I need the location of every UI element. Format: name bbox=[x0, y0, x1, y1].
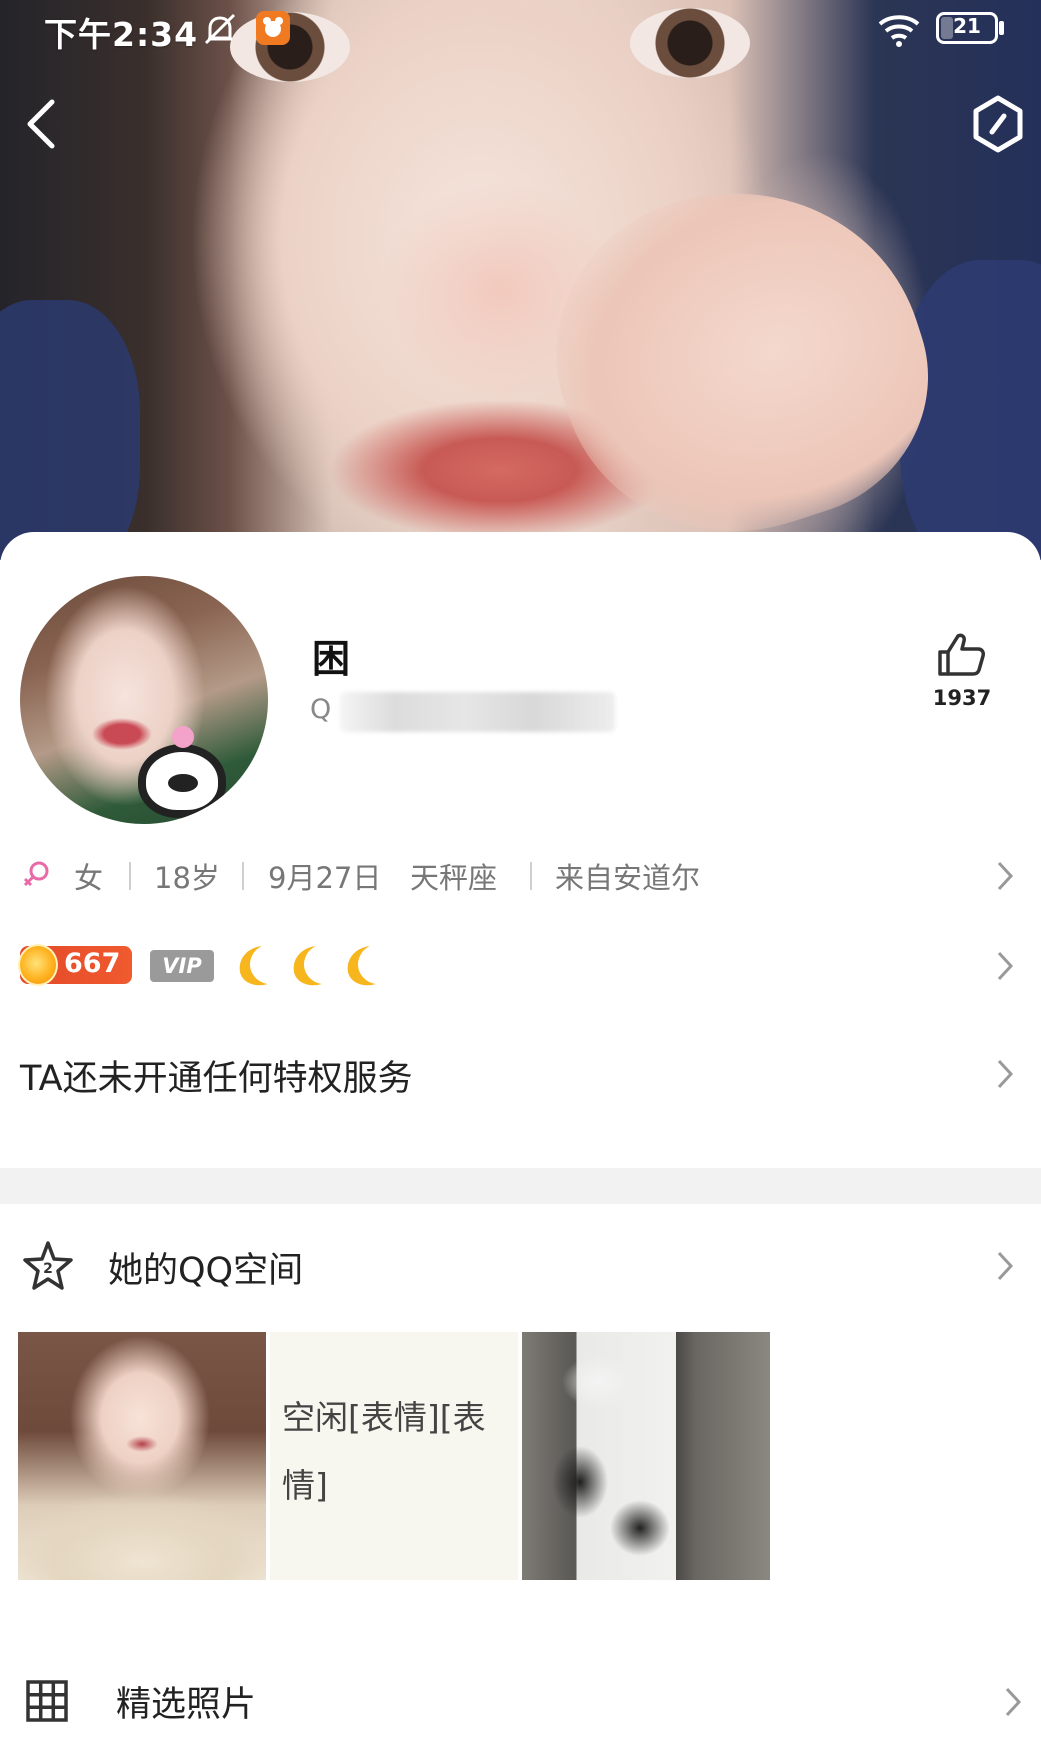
qzone-title: 她的QQ空间 bbox=[108, 1251, 304, 1291]
selected-photos-title: 精选照片 bbox=[116, 1685, 257, 1725]
sun-icon bbox=[18, 944, 58, 986]
svg-text:2: 2 bbox=[43, 1261, 53, 1277]
chevron-right-icon bbox=[997, 861, 1014, 891]
divider bbox=[530, 862, 532, 890]
level-number: 667 bbox=[64, 948, 121, 979]
avatar-detail bbox=[138, 744, 226, 818]
qzone-thumbnails: 空闲[表情][表情] bbox=[18, 1332, 778, 1580]
settings-button[interactable] bbox=[970, 94, 1026, 154]
mute-bell-icon bbox=[204, 13, 236, 45]
cover-photo[interactable] bbox=[0, 0, 1041, 560]
grid-icon bbox=[26, 1680, 68, 1722]
qzone-row[interactable]: 2 她的QQ空间 bbox=[0, 1232, 1041, 1302]
nickname: 困 bbox=[312, 637, 351, 681]
qzone-photo-thumb[interactable] bbox=[18, 1332, 266, 1580]
star-2-icon: 2 bbox=[23, 1241, 73, 1290]
avatar-detail bbox=[172, 726, 194, 748]
back-button[interactable] bbox=[18, 96, 68, 152]
moon-icon bbox=[293, 946, 322, 986]
thumbs-up-icon bbox=[938, 633, 985, 676]
chevron-left-icon bbox=[27, 99, 55, 149]
section-divider bbox=[0, 1168, 1041, 1204]
divider bbox=[129, 862, 131, 890]
status-bar: 下午2:34 21 bbox=[0, 0, 1041, 60]
moon-icon bbox=[347, 946, 376, 986]
age-text: 18岁 bbox=[154, 861, 220, 895]
vip-badge: VIP bbox=[150, 950, 214, 982]
qzone-post-text: 空闲[表情][表情] bbox=[282, 1398, 486, 1505]
privilege-row[interactable]: TA还未开通任何特权服务 bbox=[0, 1032, 1041, 1118]
selected-photos-row[interactable]: 精选照片 bbox=[0, 1670, 1041, 1738]
chevron-right-icon bbox=[1005, 1687, 1022, 1717]
location-text: 来自安道尔 bbox=[555, 861, 701, 895]
qzone-photo-thumb[interactable] bbox=[522, 1332, 770, 1580]
chevron-right-icon bbox=[997, 951, 1014, 981]
cover-detail bbox=[516, 142, 964, 560]
app-notification-icon bbox=[256, 11, 290, 45]
like-button[interactable]: 1937 bbox=[930, 630, 994, 712]
cover-detail bbox=[0, 300, 140, 560]
divider bbox=[242, 862, 244, 890]
qzone-text-post-thumb[interactable]: 空闲[表情][表情] bbox=[270, 1332, 518, 1580]
profile-info-row[interactable]: 女 18岁 9月27日 天秤座 来自安道尔 bbox=[0, 838, 1041, 908]
profile-card: 困 Q 1937 女 18岁 9月27日 天秤座 来自安道尔 667 VIP T… bbox=[0, 532, 1041, 1738]
status-time: 下午2:34 bbox=[44, 15, 199, 54]
gender-text: 女 bbox=[74, 861, 104, 895]
level-row[interactable]: 667 VIP bbox=[0, 932, 1041, 1002]
qq-number-blurred bbox=[340, 692, 615, 732]
level-badge: 667 bbox=[18, 944, 132, 986]
like-count: 1937 bbox=[932, 686, 992, 710]
moon-icon bbox=[239, 946, 268, 986]
privilege-text: TA还未开通任何特权服务 bbox=[20, 1059, 413, 1099]
birthday-text: 9月27日 bbox=[268, 861, 382, 895]
battery-level: 21 bbox=[953, 14, 981, 38]
qq-number-label: Q bbox=[310, 694, 332, 725]
female-icon bbox=[23, 861, 49, 887]
wifi-icon bbox=[878, 15, 920, 47]
avatar[interactable] bbox=[20, 576, 268, 824]
hexagon-settings-icon bbox=[973, 95, 1023, 153]
chevron-right-icon bbox=[997, 1059, 1014, 1089]
battery-icon: 21 bbox=[936, 12, 1006, 44]
chevron-right-icon bbox=[997, 1251, 1014, 1281]
zodiac-text: 天秤座 bbox=[410, 861, 498, 895]
